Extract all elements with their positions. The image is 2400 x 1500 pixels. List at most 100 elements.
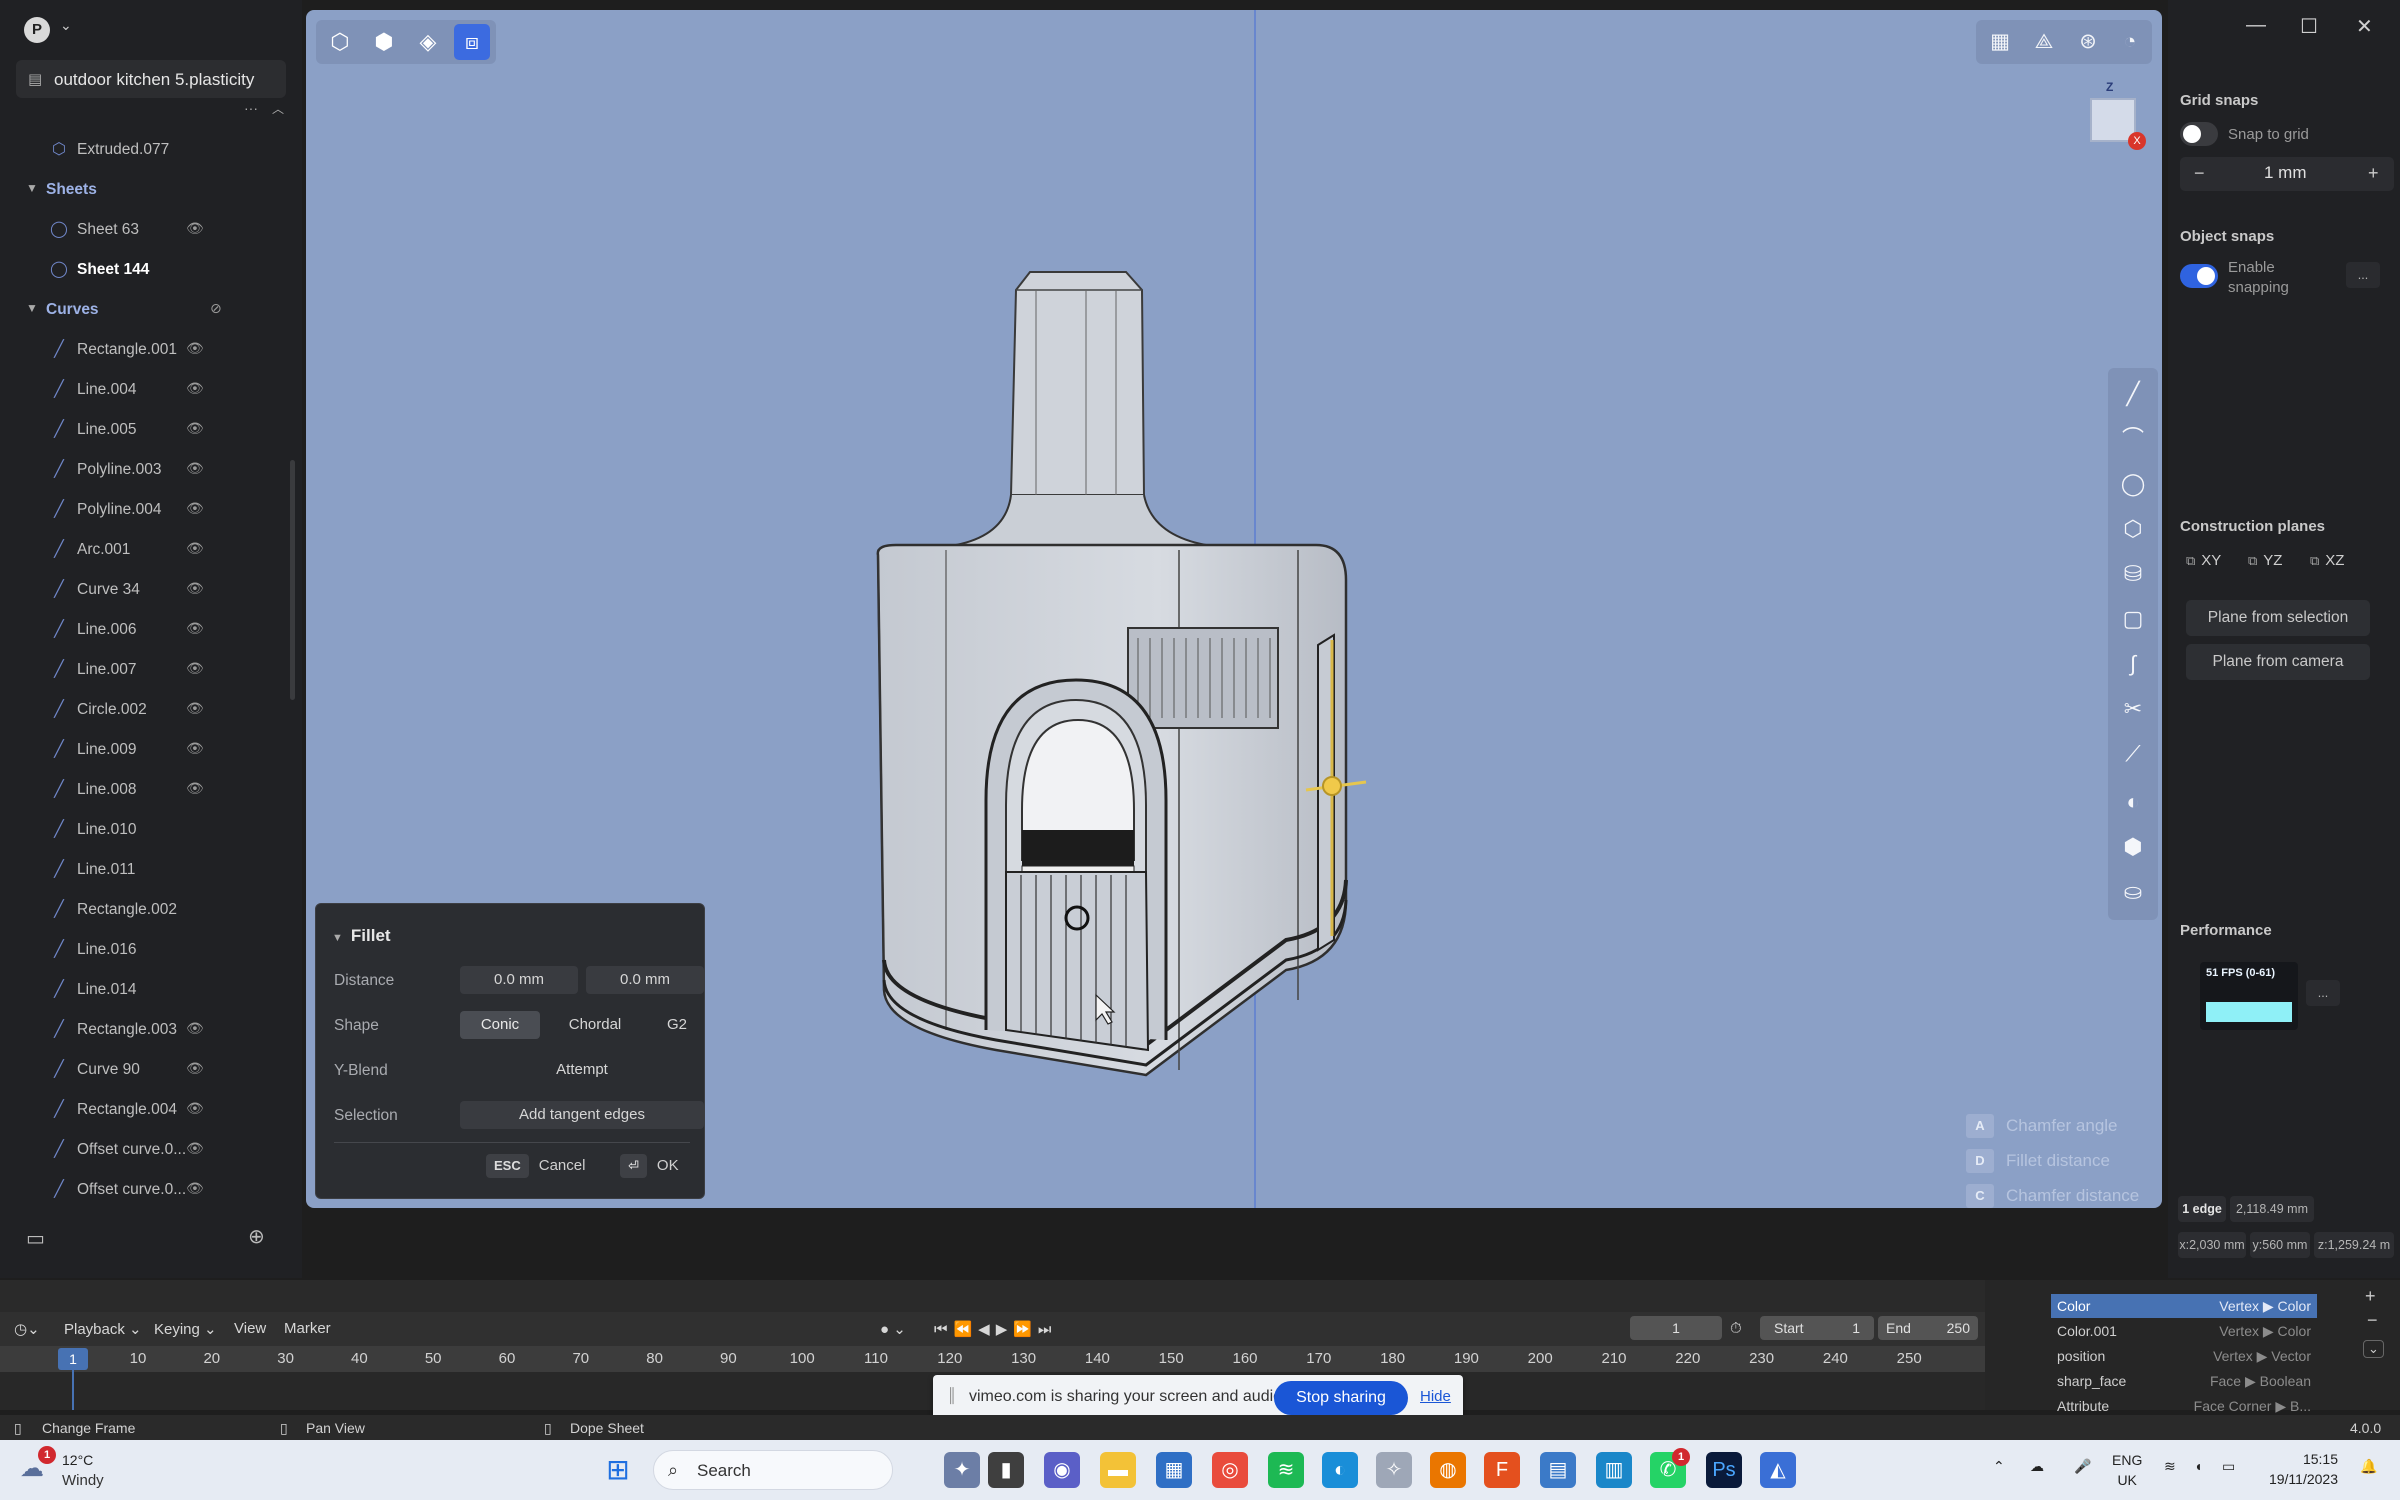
outliner-item[interactable]: ╱ Line.010 [0,812,290,848]
plane-from-selection-button[interactable]: Plane from selection [2186,600,2370,636]
grid-size-value[interactable]: 1 mm [2264,163,2307,183]
shading-icon[interactable]: ◔ [2114,26,2146,58]
playhead[interactable] [72,1370,74,1410]
outliner-item[interactable]: ╱ Rectangle.003 👁 [0,1012,290,1048]
onedrive-icon[interactable]: ☁ [2030,1458,2044,1475]
visibility-icon[interactable]: 👁 [186,1180,204,1197]
store-icon[interactable]: ▦ [1156,1452,1192,1488]
editor-type-icon[interactable]: ◷⌄ [14,1320,40,1338]
volume-icon[interactable]: ◖ [2194,1458,2202,1474]
visibility-icon[interactable]: 👁 [186,460,204,477]
maximize-icon[interactable]: ☐ [2300,14,2318,39]
battery-icon[interactable]: ▭ [2222,1458,2235,1475]
close-icon[interactable]: ✕ [2356,14,2373,39]
plasticity-icon[interactable]: ◭ [1760,1452,1796,1488]
outliner-item[interactable]: ╱ Rectangle.001 👁 [0,332,290,368]
outliner-item[interactable]: ╱ Curve 34 👁 [0,572,290,608]
outliner-item[interactable]: ╱ Line.016 [0,932,290,968]
hide-all-icon[interactable]: ⊘ [210,300,222,317]
file-explorer-icon[interactable]: ▬ [1100,1452,1136,1488]
outliner-item[interactable]: ╱ Line.007 👁 [0,652,290,688]
fillet-title[interactable]: ▼ Fillet [332,926,391,946]
cut-tool-icon[interactable]: ✂ [2117,693,2149,725]
outliner-item[interactable]: ╱ Arc.001 👁 [0,532,290,568]
attribute-menu-icon[interactable]: ⌄ [2363,1340,2384,1358]
yblend-value[interactable]: Attempt [460,1056,704,1084]
visibility-icon[interactable]: 👁 [186,580,204,597]
plane-xz-button[interactable]: ⧉ XZ [2310,552,2344,569]
spline-tool-icon[interactable]: ∫ [2117,648,2149,680]
language-indicator[interactable]: ENG UK [2112,1450,2142,1490]
windows-start-icon[interactable]: ⊞ [600,1452,636,1488]
widgets-icon[interactable]: ✦ [944,1452,980,1488]
plane-yz-button[interactable]: ⧉ YZ [2248,552,2282,569]
blender-icon[interactable]: ◍ [1430,1452,1466,1488]
outliner-item[interactable]: ╱ Line.008 👁 [0,772,290,808]
polygon-tool-icon[interactable]: ⬡ [2117,513,2149,545]
spotify-icon[interactable]: ≋ [1268,1452,1304,1488]
outliner-item[interactable]: ╱ Line.009 👁 [0,732,290,768]
app-icon[interactable]: ▥ [1596,1452,1632,1488]
shape-conic[interactable]: Conic [460,1011,540,1039]
visibility-icon[interactable]: 👁 [186,660,204,677]
trim-tool-icon[interactable]: ⟋ [2117,738,2149,770]
rectangle-tool-icon[interactable]: ▢ [2117,603,2149,635]
outliner-item[interactable]: ╱ Offset curve.0... 👁 [0,1132,290,1168]
visibility-icon[interactable]: 👁 [186,1060,204,1077]
outdoor-kitchen-model[interactable] [846,260,1576,1100]
snap-options-button[interactable]: ... [2346,262,2380,288]
chevron-down-icon[interactable]: ▼ [26,181,38,195]
stopwatch-icon[interactable]: ⏱ [1730,1320,1742,1337]
drag-handle-icon[interactable]: ║ [947,1387,957,1403]
visibility-icon[interactable]: 👁 [186,740,204,757]
visibility-icon[interactable]: 👁 [186,1140,204,1157]
outliner-section[interactable]: ▼ Curves ⊘ [0,292,290,328]
edge-icon[interactable]: ◐ [1322,1452,1358,1488]
visibility-icon[interactable]: 👁 [186,340,204,357]
marker-menu[interactable]: Marker [284,1320,331,1337]
fusion-icon[interactable]: F [1484,1452,1520,1488]
performance-options-button[interactable]: ... [2306,980,2340,1006]
microphone-icon[interactable]: 🎤 [2074,1458,2091,1475]
cylinder-tool-icon[interactable]: ⛁ [2117,558,2149,590]
outliner-item[interactable]: ⬡ Extruded.077 [0,132,290,168]
attribute-row[interactable]: position Vertex ▶ Vector [2051,1344,2317,1368]
outliner-item[interactable]: ╱ Rectangle.002 [0,892,290,928]
navigation-cube[interactable]: Z X [2076,80,2150,170]
chevron-down-icon[interactable]: ⌄ [60,17,72,34]
attribute-row[interactable]: Color Vertex ▶ Color [2051,1294,2317,1318]
solid-mode-icon[interactable]: ⧈ [454,24,490,60]
teams-icon[interactable]: ◉ [1044,1452,1080,1488]
chevron-up-icon[interactable]: ⌃ [1993,1458,2005,1475]
playback-controls[interactable]: ⏮⏪◀▶⏩⏭ [934,1320,1057,1338]
outliner-item[interactable]: ╱ Rectangle.004 👁 [0,1092,290,1128]
record-icon[interactable]: ● ⌄ [880,1320,906,1338]
distance-field-1[interactable]: 0.0 mm [460,966,578,994]
minus-icon[interactable]: − [2194,163,2205,184]
app-icon[interactable]: ✧ [1376,1452,1412,1488]
minimize-icon[interactable]: — [2246,14,2266,37]
more-icon[interactable]: ··· [244,100,258,116]
notification-icon[interactable]: 🔔 [2360,1458,2377,1475]
attribute-row[interactable]: Color.001 Vertex ▶ Color [2051,1319,2317,1343]
distance-field-2[interactable]: 0.0 mm [586,966,704,994]
visibility-icon[interactable]: 👁 [186,1100,204,1117]
box-tool-icon[interactable]: ⬢ [2117,831,2149,863]
attribute-row[interactable]: sharp_face Face ▶ Boolean [2051,1369,2317,1393]
chrome-icon[interactable]: ◎ [1212,1452,1248,1488]
outliner-section[interactable]: ▼ Sheets [0,172,290,208]
visibility-icon[interactable]: 👁 [186,1020,204,1037]
account-avatar[interactable]: P [24,17,50,43]
extrude-tool-icon[interactable]: ⛀ [2117,876,2149,908]
circle-tool-icon[interactable]: ◯ [2117,468,2149,500]
remove-attribute-icon[interactable]: − [2367,1310,2378,1331]
file-name-bar[interactable]: ▤ outdoor kitchen 5.plasticity [16,60,286,98]
outliner-item[interactable]: ╱ Polyline.003 👁 [0,452,290,488]
shape-chordal[interactable]: Chordal [550,1011,640,1039]
axes-icon[interactable]: ⟁ [2028,26,2060,58]
outliner-item[interactable]: ╱ Polyline.004 👁 [0,492,290,528]
zoom-icon[interactable]: ⊕ [248,1224,265,1249]
curve-tool-icon[interactable]: ⌒ [2117,423,2149,455]
current-frame-indicator[interactable]: 1 [58,1348,88,1370]
visibility-icon[interactable]: 👁 [186,780,204,797]
